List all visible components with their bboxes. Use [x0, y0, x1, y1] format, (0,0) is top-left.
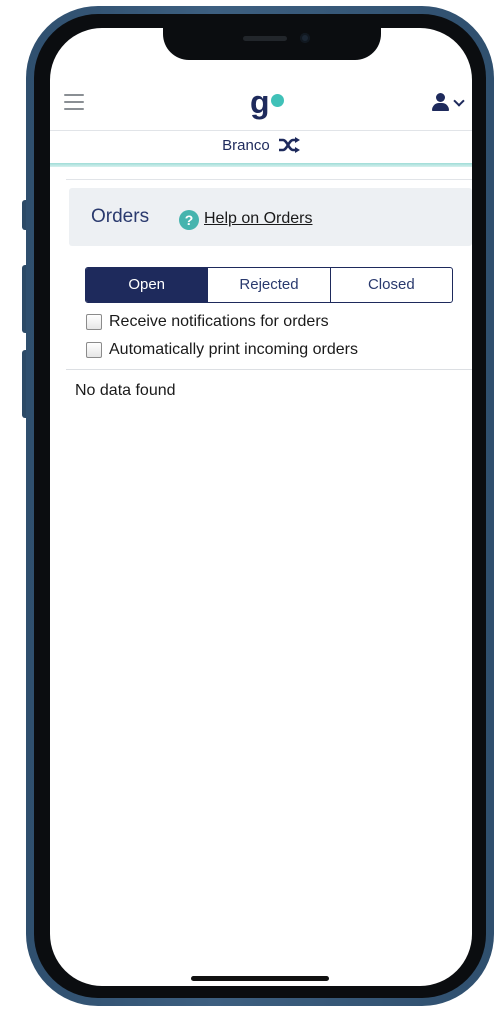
list-divider	[66, 369, 472, 370]
notch	[163, 28, 381, 60]
notifications-label: Receive notifications for orders	[109, 313, 329, 330]
app-header: g	[50, 78, 472, 130]
auto-print-checkbox[interactable]	[86, 342, 102, 358]
help-link[interactable]: Help on Orders	[204, 210, 313, 228]
branch-switcher[interactable]: Branco	[222, 137, 300, 154]
branch-bar-accent	[50, 163, 472, 167]
notifications-option[interactable]: Receive notifications for orders	[86, 311, 329, 333]
orders-header-card: Orders ? Help on Orders	[69, 188, 472, 246]
hamburger-icon[interactable]	[64, 94, 84, 110]
front-camera-icon	[300, 33, 310, 43]
tab-closed[interactable]: Closed	[329, 268, 452, 302]
tab-rejected[interactable]: Rejected	[207, 268, 329, 302]
logo-letter: g	[250, 84, 270, 120]
page-title: Orders	[91, 206, 150, 227]
speaker-grille	[243, 36, 287, 41]
shuffle-icon	[278, 137, 300, 153]
tab-open[interactable]: Open	[86, 268, 208, 302]
branch-name: Branco	[222, 137, 270, 154]
user-icon	[436, 93, 445, 102]
question-circle-icon[interactable]: ?	[179, 210, 199, 230]
user-menu-button[interactable]	[432, 93, 466, 113]
chevron-down-icon	[453, 95, 465, 107]
auto-print-option[interactable]: Automatically print incoming orders	[86, 339, 358, 361]
logo-dot	[270, 94, 284, 107]
app-logo[interactable]: g	[250, 84, 284, 120]
empty-state-message: No data found	[75, 382, 176, 399]
notifications-checkbox[interactable]	[86, 314, 102, 330]
branch-bar: Branco	[50, 131, 472, 163]
content-divider	[66, 179, 472, 180]
home-indicator[interactable]	[191, 976, 329, 981]
phone-screen: g Branco Orders ? Help on Orders Open Re…	[50, 28, 472, 986]
order-status-tabs: Open Rejected Closed	[85, 267, 453, 303]
auto-print-label: Automatically print incoming orders	[109, 341, 358, 358]
